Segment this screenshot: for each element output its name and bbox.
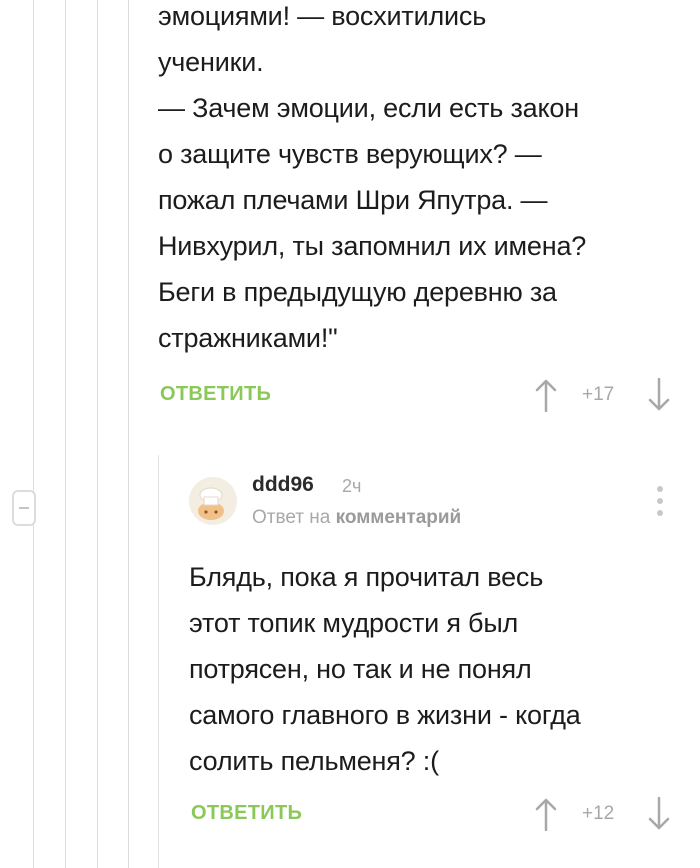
- reply-thread-line: [158, 455, 159, 868]
- parent-comment-line: Нивхурил, ты запомнил их имена?: [158, 231, 587, 261]
- more-options-icon[interactable]: [650, 484, 670, 518]
- avatar-icon[interactable]: [189, 477, 237, 525]
- reply-comment-line: самого главного в жизни - когда: [189, 700, 581, 730]
- downvote-arrow-icon[interactable]: [648, 378, 670, 412]
- upvote-arrow-icon[interactable]: [535, 797, 557, 831]
- username-link[interactable]: ddd96: [252, 473, 314, 497]
- thread-line-level-2: [65, 0, 66, 868]
- parent-comment-line: Беги в предыдущую деревню за: [158, 277, 557, 307]
- thread-line-level-4: [128, 0, 129, 868]
- parent-reply-button[interactable]: ОТВЕТИТЬ: [160, 383, 271, 406]
- upvote-arrow-icon[interactable]: [535, 378, 557, 412]
- reply-comment-line: солить пельменя? :(: [189, 746, 439, 776]
- reply-comment-line: потрясен, но так и не понял: [189, 654, 532, 684]
- reply-comment-body: Блядь, пока я прочитал весь этот топик м…: [189, 554, 581, 784]
- collapse-thread-button[interactable]: [12, 490, 36, 526]
- parent-comment-line: стражниками!": [158, 323, 338, 353]
- parent-comment-line: эмоциями! — восхитились: [158, 1, 487, 31]
- reply-comment-line: этот топик мудрости я был: [189, 608, 519, 638]
- thread-line-level-1: [33, 0, 34, 868]
- reply-to-info: Ответ на комментарий: [252, 507, 461, 529]
- reply-comment-line: Блядь, пока я прочитал весь: [189, 562, 544, 592]
- reply-rating: +12: [582, 803, 615, 824]
- parent-comment-body: эмоциями! — восхитились ученики. — Зачем…: [158, 0, 586, 361]
- downvote-arrow-icon[interactable]: [648, 797, 670, 831]
- thread-line-level-3: [97, 0, 98, 868]
- reply-to-comment-link[interactable]: комментарий: [336, 507, 462, 528]
- parent-comment-line: — Зачем эмоции, если есть закон: [158, 93, 579, 123]
- comment-time: 2ч: [342, 476, 362, 496]
- parent-comment-line: пожал плечами Шри Япутра. —: [158, 185, 548, 215]
- reply-reply-button[interactable]: ОТВЕТИТЬ: [191, 802, 302, 825]
- parent-comment-line: ученики.: [158, 47, 264, 77]
- parent-comment-line: о защите чувств верующих? —: [158, 139, 542, 169]
- parent-rating: +17: [582, 384, 615, 405]
- reply-to-prefix: Ответ на: [252, 507, 331, 528]
